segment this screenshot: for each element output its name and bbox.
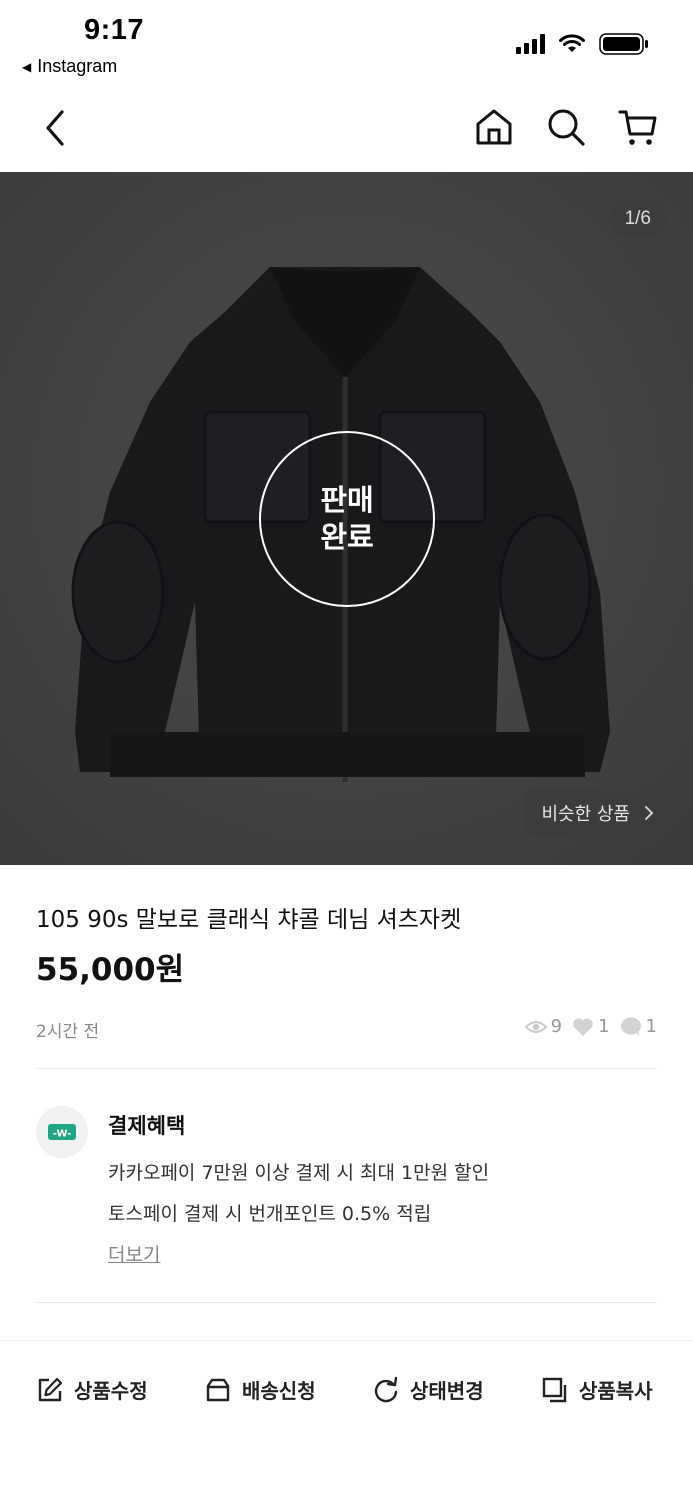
home-icon[interactable]	[473, 106, 515, 148]
edit-product-button[interactable]: 상품수정	[36, 1375, 148, 1404]
change-status-button[interactable]: 상태변경	[372, 1375, 484, 1404]
copy-product-button[interactable]: 상품복사	[541, 1375, 653, 1404]
chevron-right-icon	[645, 806, 654, 820]
divider	[36, 1302, 657, 1303]
image-counter: 1/6	[608, 200, 667, 238]
similar-products-label: 비슷한 상품	[541, 804, 630, 825]
back-to-app-link[interactable]: ◀ Instagram	[22, 56, 117, 77]
payment-benefit-line: 카카오페이 7만원 이상 결제 시 최대 1만원 할인	[108, 1162, 490, 1184]
edit-product-label: 상품수정	[74, 1379, 148, 1403]
posted-time: 2시간 전	[36, 1022, 100, 1042]
product-price: 55,000원	[36, 952, 185, 988]
divider	[36, 1068, 657, 1069]
request-shipping-label: 배송신청	[242, 1379, 316, 1403]
likes-count: 1	[598, 1016, 610, 1037]
back-chevron-icon[interactable]	[36, 108, 76, 148]
payment-benefit-icon: -W-	[36, 1106, 88, 1158]
sold-out-badge: 판매 완료	[259, 431, 435, 607]
status-icons	[516, 33, 649, 55]
copy-product-label: 상품복사	[579, 1379, 653, 1403]
product-image[interactable]: 1/6 판매 완료 비슷한 상품	[0, 172, 693, 865]
heart-icon	[573, 1017, 593, 1036]
back-app-label: Instagram	[37, 56, 118, 76]
views-stat: 9	[524, 1016, 563, 1037]
request-shipping-button[interactable]: 배송신청	[204, 1375, 316, 1404]
copy-icon	[542, 1377, 567, 1402]
sold-label-line1: 판매	[320, 483, 374, 517]
wifi-icon	[559, 34, 585, 52]
chats-count: 1	[645, 1016, 657, 1037]
edit-icon	[38, 1377, 63, 1401]
search-icon[interactable]	[545, 106, 587, 148]
likes-stat: 1	[572, 1016, 610, 1037]
change-status-label: 상태변경	[410, 1379, 484, 1403]
payment-benefit-title: 결제혜택	[108, 1114, 186, 1138]
product-title: 105 90s 말보로 클래식 챠콜 데님 셔츠자켓	[36, 907, 462, 933]
cellular-signal-icon	[516, 34, 545, 54]
eye-icon	[524, 1020, 547, 1033]
status-bar: 9:17 ◀ Instagram	[0, 0, 693, 92]
chats-stat: 1	[620, 1016, 657, 1037]
see-more-link[interactable]: 더보기	[108, 1240, 160, 1267]
back-triangle-icon: ◀	[22, 59, 32, 74]
sold-label-line2: 완료	[320, 520, 374, 554]
svg-text:-W-: -W-	[53, 1129, 71, 1140]
top-nav	[0, 92, 693, 172]
battery-icon	[599, 33, 648, 55]
box-icon	[206, 1378, 230, 1401]
chat-bubble-icon	[620, 1017, 641, 1036]
bottom-action-bar: 상품수정 배송신청 상태변경 상품복사	[0, 1340, 693, 1440]
payment-benefit-line: 토스페이 결제 시 번개포인트 0.5% 적립	[108, 1203, 432, 1225]
refresh-icon	[374, 1376, 398, 1402]
cart-icon[interactable]	[617, 106, 659, 148]
similar-products-button[interactable]: 비슷한 상품	[523, 790, 668, 836]
status-time: 9:17	[84, 14, 145, 46]
product-stats: 9 1 1	[524, 1016, 657, 1037]
views-count: 9	[550, 1016, 563, 1037]
